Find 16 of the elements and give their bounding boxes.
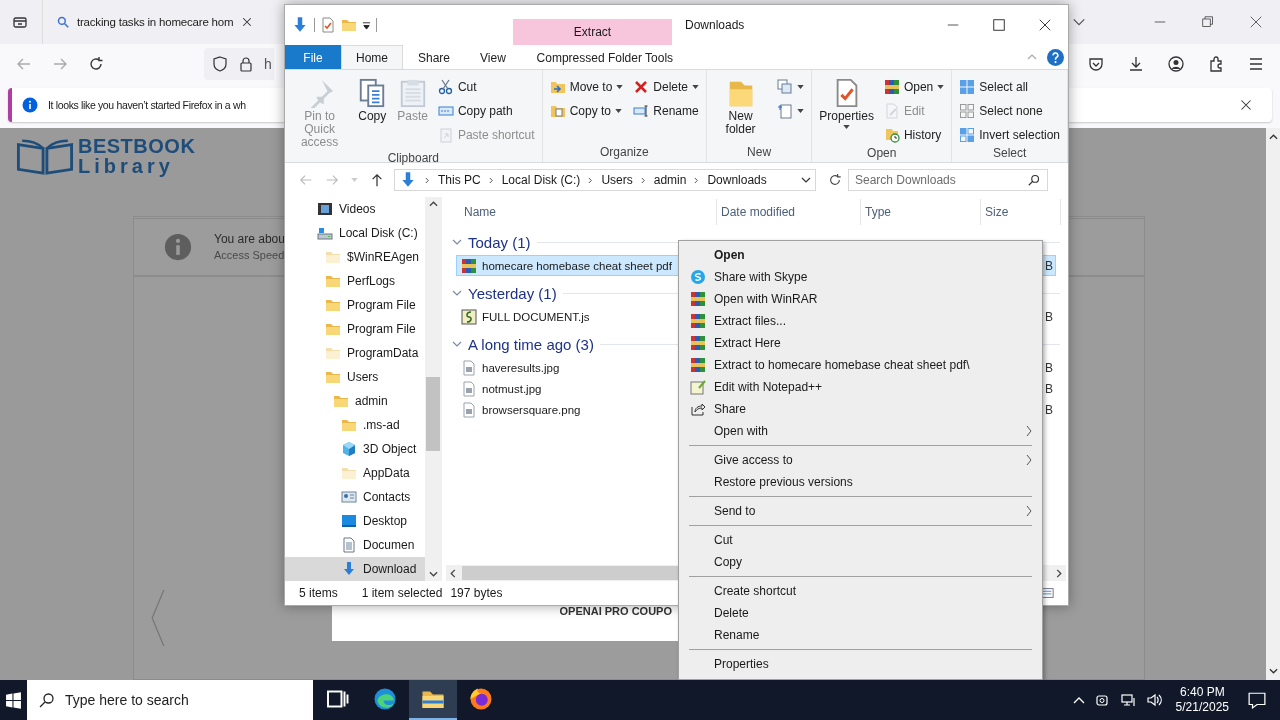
selection-size: 197 bytes [450, 586, 503, 600]
logo-subtitle: Library [78, 156, 175, 176]
notification-text: It looks like you haven’t started Firefox in a wh [48, 98, 246, 111]
window-title: Downloads [685, 18, 745, 32]
notice-subtitle: Access Speed [214, 248, 285, 263]
logo-title: BESTBOOK [78, 136, 196, 156]
group-label: Organize [598, 145, 650, 161]
selection-info: 1 item selected [361, 586, 443, 600]
group-label: Select [991, 146, 1028, 162]
coupon-heading: OPENAI PRO COUPO [559, 605, 672, 619]
notice-title: You are abou [214, 231, 285, 247]
group-label: New [746, 145, 773, 161]
contextual-tab-header: Extract [513, 19, 672, 45]
item-count: 5 items [299, 586, 338, 600]
group-label: Open [866, 146, 898, 162]
group-label: Clipboard [386, 151, 440, 167]
